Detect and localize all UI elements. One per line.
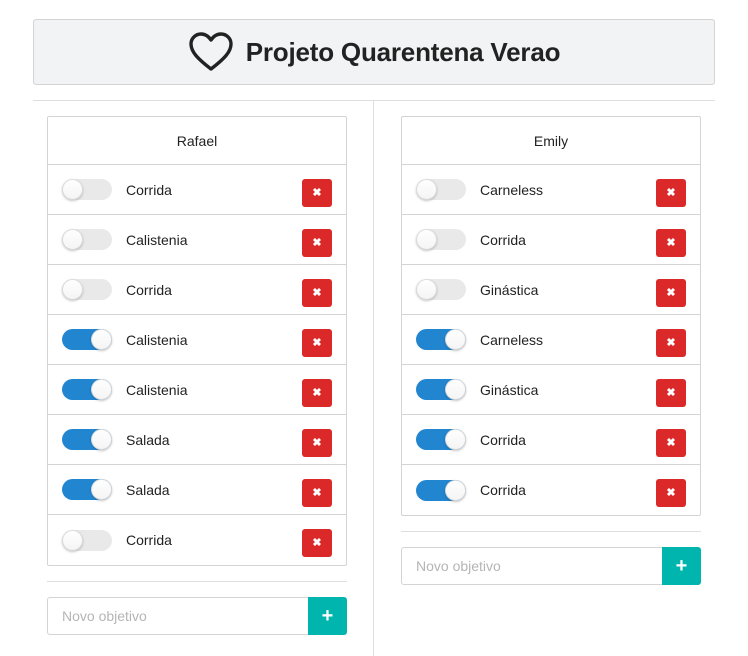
delete-goal-button[interactable]: ✖ bbox=[302, 179, 332, 207]
close-icon: ✖ bbox=[312, 286, 322, 299]
close-icon: ✖ bbox=[312, 436, 322, 449]
close-icon: ✖ bbox=[312, 236, 322, 249]
goal-row: Carneless ✖ bbox=[402, 315, 700, 365]
toggle-knob bbox=[62, 229, 83, 250]
card-title: Rafael bbox=[48, 117, 346, 165]
header-divider bbox=[33, 100, 715, 101]
delete-goal-button[interactable]: ✖ bbox=[656, 279, 686, 307]
form-divider bbox=[401, 531, 701, 532]
close-icon: ✖ bbox=[312, 386, 322, 399]
toggle-knob bbox=[445, 429, 466, 450]
goal-row: Corrida ✖ bbox=[402, 215, 700, 265]
goal-row: Corrida ✖ bbox=[48, 165, 346, 215]
goal-toggle[interactable] bbox=[416, 279, 466, 300]
goal-toggle[interactable] bbox=[62, 179, 112, 200]
toggle-knob bbox=[445, 329, 466, 350]
toggle-knob bbox=[416, 179, 437, 200]
goal-toggle[interactable] bbox=[416, 329, 466, 350]
toggle-knob bbox=[91, 379, 112, 400]
delete-goal-button[interactable]: ✖ bbox=[656, 329, 686, 357]
close-icon: ✖ bbox=[666, 486, 676, 499]
new-goal-input[interactable] bbox=[401, 547, 662, 585]
goal-row: Calistenia ✖ bbox=[48, 365, 346, 415]
page-title: Projeto Quarentena Verao bbox=[245, 36, 561, 67]
heart-icon bbox=[188, 31, 234, 73]
goal-toggle[interactable] bbox=[416, 229, 466, 250]
toggle-knob bbox=[416, 279, 437, 300]
goal-row: Corrida ✖ bbox=[48, 515, 346, 565]
goal-row: Ginástica ✖ bbox=[402, 265, 700, 315]
close-icon: ✖ bbox=[666, 236, 676, 249]
plus-icon: + bbox=[675, 554, 688, 577]
goal-toggle[interactable] bbox=[62, 329, 112, 350]
goal-card: Emily Carneless ✖ Corrida ✖ Ginástica ✖ Carnel… bbox=[401, 116, 701, 516]
form-divider bbox=[47, 581, 347, 582]
delete-goal-button[interactable]: ✖ bbox=[656, 379, 686, 407]
card-title: Emily bbox=[402, 117, 700, 165]
toggle-knob bbox=[91, 479, 112, 500]
goal-row: Salada ✖ bbox=[48, 465, 346, 515]
goal-card: Rafael Corrida ✖ Calistenia ✖ Corrida ✖ Calist… bbox=[47, 116, 347, 566]
add-goal-button[interactable]: + bbox=[308, 597, 347, 635]
goal-row: Calistenia ✖ bbox=[48, 215, 346, 265]
toggle-knob bbox=[416, 229, 437, 250]
add-goal-form: + bbox=[401, 547, 701, 585]
plus-icon: + bbox=[321, 604, 334, 627]
delete-goal-button[interactable]: ✖ bbox=[302, 229, 332, 257]
goal-row: Corrida ✖ bbox=[402, 465, 700, 515]
close-icon: ✖ bbox=[312, 336, 322, 349]
goal-toggle[interactable] bbox=[62, 529, 112, 551]
goal-toggle[interactable] bbox=[416, 179, 466, 200]
delete-goal-button[interactable]: ✖ bbox=[302, 479, 332, 507]
goal-row: Corrida ✖ bbox=[48, 265, 346, 315]
toggle-knob bbox=[445, 479, 466, 501]
close-icon: ✖ bbox=[666, 186, 676, 199]
goal-toggle[interactable] bbox=[62, 479, 112, 500]
delete-goal-button[interactable]: ✖ bbox=[302, 329, 332, 357]
goal-row: Carneless ✖ bbox=[402, 165, 700, 215]
delete-goal-button[interactable]: ✖ bbox=[302, 529, 332, 557]
goal-row: Corrida ✖ bbox=[402, 415, 700, 465]
delete-goal-button[interactable]: ✖ bbox=[302, 429, 332, 457]
add-goal-button[interactable]: + bbox=[662, 547, 701, 585]
goal-row: Ginástica ✖ bbox=[402, 365, 700, 415]
close-icon: ✖ bbox=[312, 536, 322, 549]
goal-toggle[interactable] bbox=[416, 479, 466, 501]
close-icon: ✖ bbox=[666, 336, 676, 349]
page-header: Projeto Quarentena Verao bbox=[33, 19, 715, 85]
goal-toggle[interactable] bbox=[62, 379, 112, 400]
goal-toggle[interactable] bbox=[62, 229, 112, 250]
goal-row: Salada ✖ bbox=[48, 415, 346, 465]
goal-toggle[interactable] bbox=[416, 379, 466, 400]
toggle-knob bbox=[62, 529, 83, 551]
column-divider bbox=[373, 101, 374, 656]
goal-row: Calistenia ✖ bbox=[48, 315, 346, 365]
delete-goal-button[interactable]: ✖ bbox=[656, 479, 686, 507]
new-goal-input[interactable] bbox=[47, 597, 308, 635]
delete-goal-button[interactable]: ✖ bbox=[302, 379, 332, 407]
close-icon: ✖ bbox=[666, 436, 676, 449]
column-rafael: Rafael Corrida ✖ Calistenia ✖ Corrida ✖ Calist… bbox=[47, 116, 347, 635]
close-icon: ✖ bbox=[312, 486, 322, 499]
toggle-knob bbox=[91, 329, 112, 350]
close-icon: ✖ bbox=[666, 386, 676, 399]
toggle-knob bbox=[445, 379, 466, 400]
delete-goal-button[interactable]: ✖ bbox=[656, 229, 686, 257]
goal-toggle[interactable] bbox=[416, 429, 466, 450]
delete-goal-button[interactable]: ✖ bbox=[656, 429, 686, 457]
close-icon: ✖ bbox=[312, 186, 322, 199]
close-icon: ✖ bbox=[666, 286, 676, 299]
toggle-knob bbox=[91, 429, 112, 450]
goal-toggle[interactable] bbox=[62, 429, 112, 450]
add-goal-form: + bbox=[47, 597, 347, 635]
toggle-knob bbox=[62, 179, 83, 200]
delete-goal-button[interactable]: ✖ bbox=[656, 179, 686, 207]
toggle-knob bbox=[62, 279, 83, 300]
delete-goal-button[interactable]: ✖ bbox=[302, 279, 332, 307]
goal-toggle[interactable] bbox=[62, 279, 112, 300]
column-emily: Emily Carneless ✖ Corrida ✖ Ginástica ✖ Carnel… bbox=[401, 116, 701, 585]
